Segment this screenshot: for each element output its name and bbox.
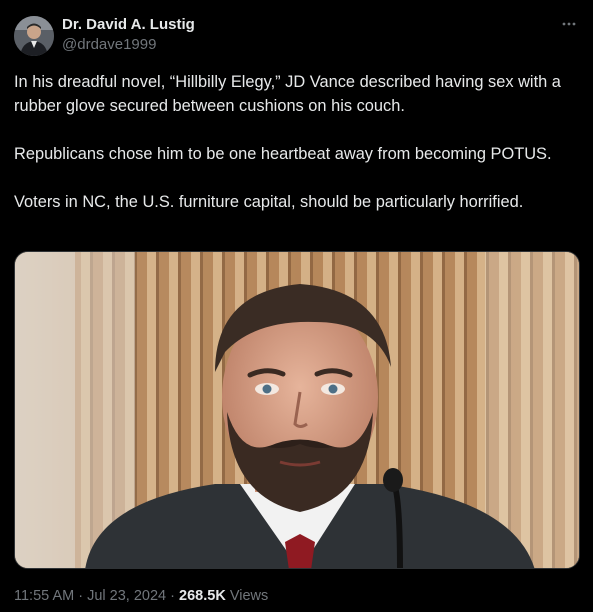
photo-image xyxy=(15,252,579,568)
avatar-image xyxy=(14,16,54,56)
avatar[interactable] xyxy=(14,16,54,56)
tweet-date[interactable]: Jul 23, 2024 xyxy=(87,588,166,604)
tweet-header: Dr. David A. Lustig @drdave1999 xyxy=(14,14,579,58)
tweet-meta: 11:55 AM · Jul 23, 2024 · 268.5K Views xyxy=(14,586,268,606)
more-icon[interactable] xyxy=(559,14,579,34)
tweet-text: In his dreadful novel, “Hillbilly Elegy,… xyxy=(14,73,561,211)
views-label: Views xyxy=(229,588,269,604)
tweet-media-photo[interactable] xyxy=(14,251,580,569)
tweet-time[interactable]: 11:55 AM xyxy=(14,588,74,604)
views-count[interactable]: 268.5K xyxy=(179,588,226,604)
author-handle[interactable]: @drdave1999 xyxy=(62,35,195,55)
author-display-name[interactable]: Dr. David A. Lustig xyxy=(62,15,195,35)
meta-separator: · xyxy=(170,588,175,604)
meta-separator: · xyxy=(78,588,84,604)
